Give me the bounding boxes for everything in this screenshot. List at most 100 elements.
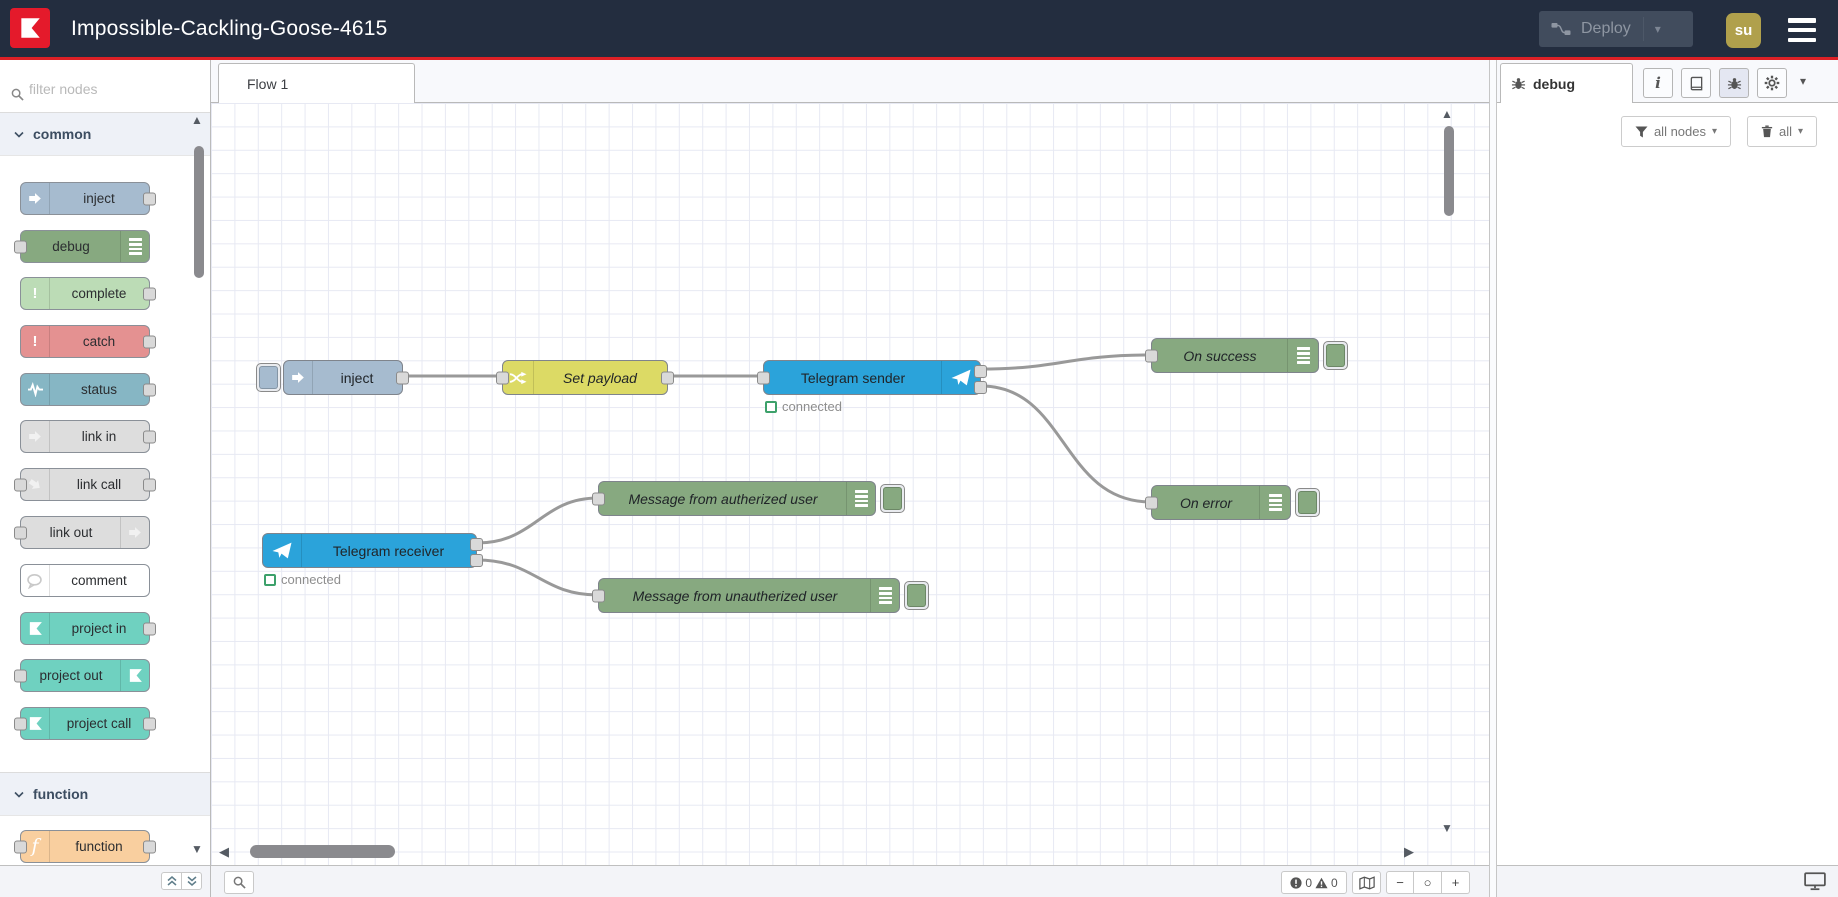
flow-node-on-error[interactable]: On error — [1145, 485, 1291, 520]
info-sidebar-button[interactable]: i — [1643, 68, 1673, 98]
flow-node-msg-authorized[interactable]: Message from autherized user — [592, 481, 876, 516]
palette-node-link-out[interactable]: link out — [14, 516, 150, 549]
debug-sidebar-button[interactable] — [1719, 68, 1749, 98]
input-port[interactable] — [757, 371, 770, 384]
palette-category-function[interactable]: function — [0, 772, 210, 816]
palette-category-common[interactable]: common — [0, 112, 210, 156]
filter-nodes-input[interactable] — [27, 80, 181, 98]
palette-node-project-call[interactable]: project call — [14, 707, 156, 740]
flow-node-inject[interactable]: inject — [283, 360, 409, 395]
palette-node-comment[interactable]: comment — [20, 564, 150, 597]
palette-node-function[interactable]: f function — [14, 830, 156, 863]
palette-node-status[interactable]: status — [20, 373, 156, 406]
palette-node-inject[interactable]: inject — [20, 182, 156, 215]
deploy-icon — [1551, 22, 1571, 36]
bug-icon — [1727, 77, 1741, 89]
output-port-1[interactable] — [974, 365, 987, 378]
palette-search — [0, 60, 210, 112]
palette-scroll-down-icon[interactable]: ▼ — [191, 843, 203, 855]
palette-node-debug[interactable]: debug — [14, 230, 150, 263]
expand-categories-button[interactable] — [181, 872, 202, 890]
palette-scroll-up-icon[interactable]: ▲ — [191, 114, 203, 126]
inject-arrow-icon — [284, 361, 313, 394]
category-label: common — [33, 126, 92, 142]
instance-title: Impossible-Cackling-Goose-4615 — [71, 16, 388, 40]
zoom-out-button[interactable]: − — [1386, 871, 1414, 894]
output-port-1[interactable] — [470, 538, 483, 551]
output-port[interactable] — [396, 371, 409, 384]
canvas-scroll-right-icon[interactable]: ▶ — [1404, 845, 1414, 858]
flow-node-msg-unauthorized[interactable]: Message from unautherized user — [592, 578, 900, 613]
canvas-hscrollbar-thumb[interactable] — [250, 845, 395, 858]
node-status: connected — [264, 572, 341, 587]
output-port — [143, 840, 156, 853]
palette-node-catch[interactable]: ! catch — [20, 325, 156, 358]
node-status: connected — [765, 399, 842, 414]
input-port[interactable] — [592, 589, 605, 602]
error-count: 0 — [1305, 875, 1312, 890]
flow-node-set-payload[interactable]: Set payload — [496, 360, 674, 395]
debug-toggle-button[interactable] — [904, 581, 929, 610]
zoom-in-button[interactable]: + — [1442, 871, 1470, 894]
sidebar-splitter[interactable] — [1489, 60, 1497, 897]
flow-issues-indicator[interactable]: 0 0 — [1281, 871, 1347, 894]
flow-node-telegram-sender[interactable]: Telegram sender — [757, 360, 987, 395]
input-port[interactable] — [1145, 496, 1158, 509]
user-avatar[interactable]: su — [1726, 13, 1761, 48]
open-sidebar-window-button[interactable] — [1804, 872, 1826, 896]
output-port — [143, 430, 156, 443]
debug-lines-icon — [846, 482, 875, 515]
palette-scrollbar-thumb[interactable] — [194, 146, 204, 278]
collapse-categories-button[interactable] — [161, 872, 182, 890]
tab-flow-1[interactable]: Flow 1 — [218, 63, 415, 103]
debug-toggle-button[interactable] — [880, 484, 905, 513]
palette-node-project-out[interactable]: project out — [14, 659, 150, 692]
output-port — [143, 192, 156, 205]
input-port — [14, 717, 27, 730]
debug-clear-button[interactable]: all ▾ — [1747, 116, 1817, 147]
canvas-scroll-left-icon[interactable]: ◀ — [219, 845, 229, 858]
config-sidebar-button[interactable] — [1757, 68, 1787, 98]
input-port[interactable] — [1145, 349, 1158, 362]
palette: common inject debug ! complete ! catch s… — [0, 60, 210, 865]
palette-node-complete[interactable]: ! complete — [20, 277, 156, 310]
input-port[interactable] — [592, 492, 605, 505]
tab-debug[interactable]: debug — [1500, 63, 1633, 103]
palette-node-project-in[interactable]: project in — [20, 612, 156, 645]
output-port-2[interactable] — [470, 554, 483, 567]
palette-node-link-in[interactable]: link in — [20, 420, 156, 453]
sidebar-options-caret[interactable]: ▾ — [1800, 74, 1806, 88]
flowfuse-logo-icon — [21, 18, 40, 38]
flowfuse-icon — [120, 660, 149, 691]
gear-icon — [1764, 75, 1780, 91]
funnel-icon — [1635, 125, 1648, 138]
debug-toggle-button[interactable] — [1323, 341, 1348, 370]
debug-toggle-button[interactable] — [1295, 488, 1320, 517]
flow-node-on-success[interactable]: On success — [1145, 338, 1319, 373]
inject-button[interactable] — [256, 363, 281, 392]
zoom-reset-button[interactable]: ○ — [1414, 871, 1442, 894]
debug-filter-button[interactable]: all nodes ▾ — [1621, 116, 1731, 147]
palette-node-link-call[interactable]: link call — [14, 468, 156, 501]
flowfuse-logo[interactable] — [10, 8, 50, 48]
exclamation-icon: ! — [21, 278, 50, 309]
input-port[interactable] — [496, 371, 509, 384]
canvas-scroll-down-icon[interactable]: ▼ — [1441, 822, 1453, 834]
double-chevron-down-icon — [187, 876, 196, 886]
link-arrow-icon — [21, 421, 50, 452]
deploy-button[interactable]: Deploy ▾ — [1539, 11, 1693, 47]
navigator-button[interactable] — [1352, 871, 1381, 894]
main-menu-button[interactable] — [1788, 18, 1816, 42]
chevron-down-icon — [14, 791, 24, 798]
output-port-2[interactable] — [974, 381, 987, 394]
trash-icon — [1761, 125, 1773, 138]
canvas-vscrollbar-thumb[interactable] — [1444, 126, 1454, 216]
output-port[interactable] — [661, 371, 674, 384]
flow-node-telegram-receiver[interactable]: Telegram receiver — [262, 533, 483, 568]
output-port — [143, 287, 156, 300]
deploy-options-caret[interactable]: ▾ — [1644, 22, 1672, 36]
input-port — [14, 840, 27, 853]
canvas-scroll-up-icon[interactable]: ▲ — [1441, 108, 1453, 120]
help-sidebar-button[interactable] — [1681, 68, 1711, 98]
canvas-search-button[interactable] — [224, 871, 254, 894]
